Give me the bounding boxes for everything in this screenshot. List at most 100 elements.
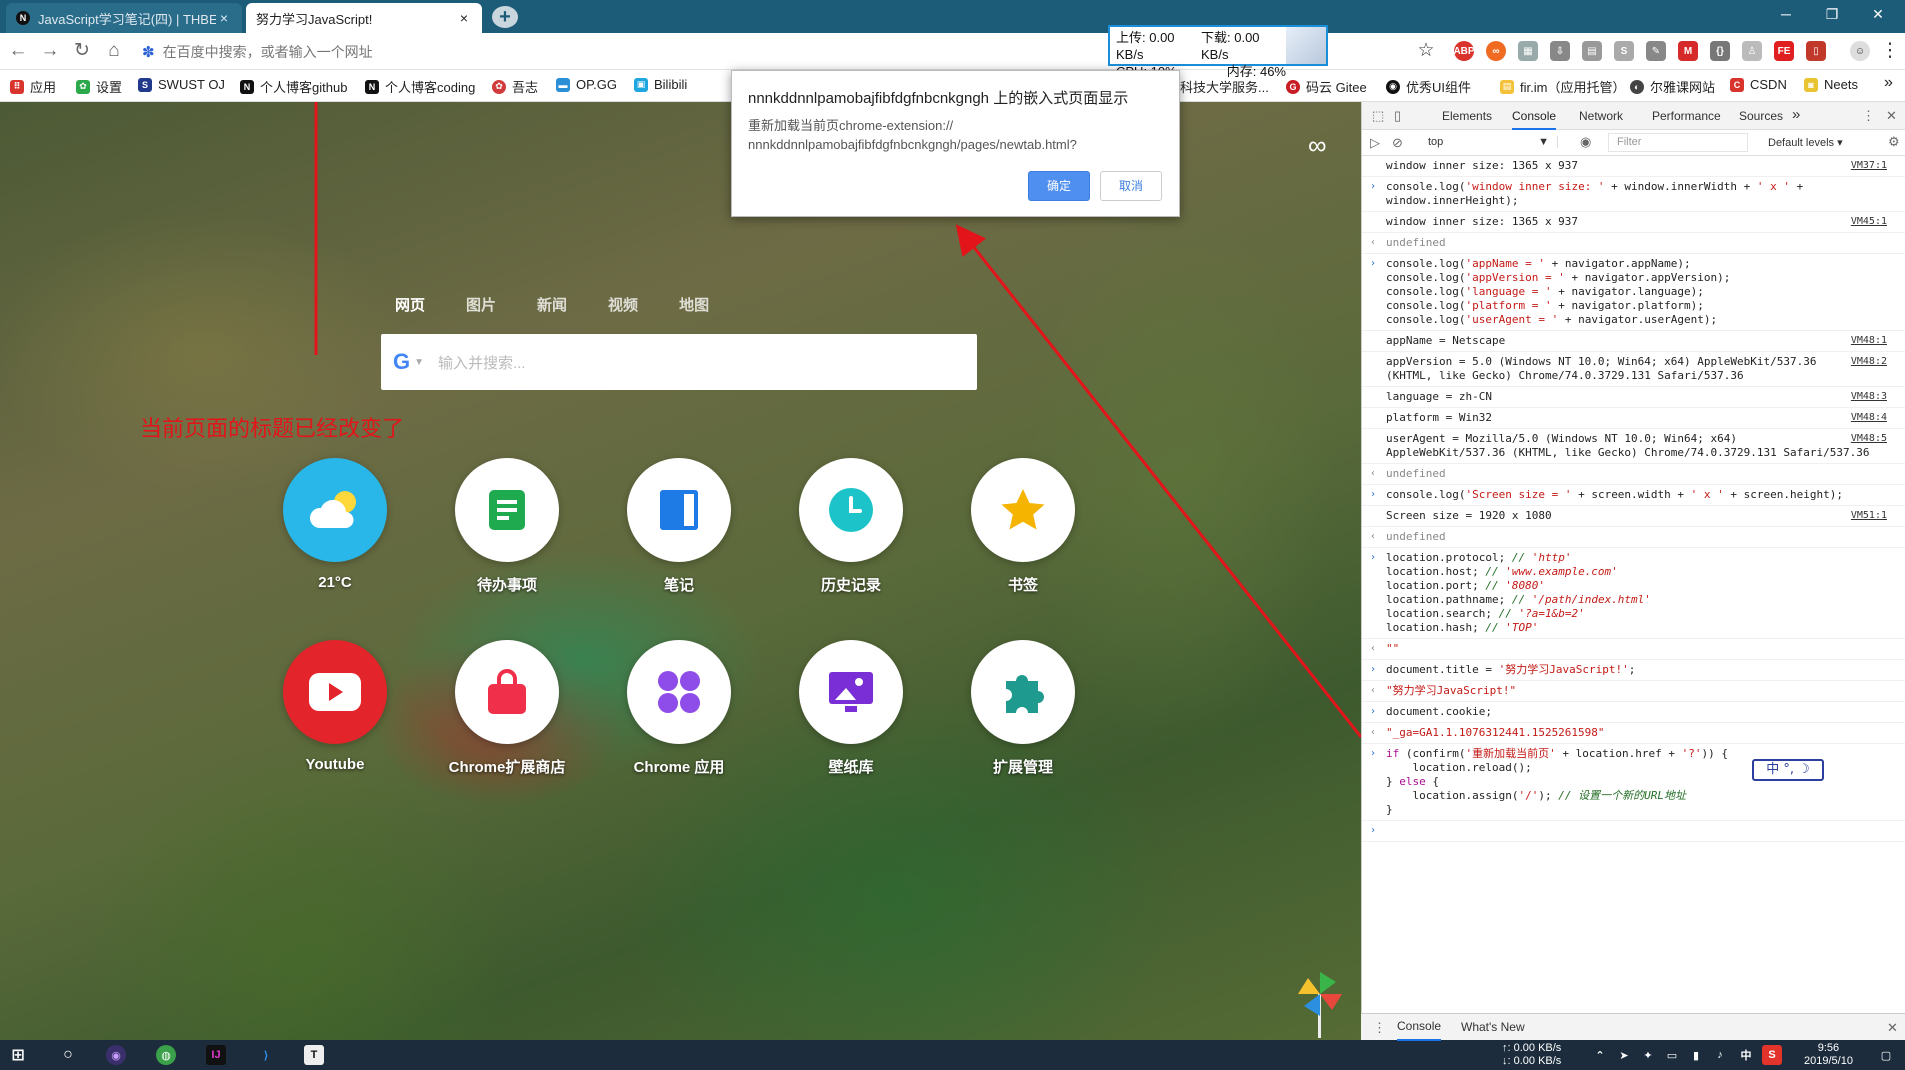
download-icon[interactable]: ⇩ (1550, 41, 1570, 61)
inspect-element-icon[interactable]: ⬚ (1372, 108, 1384, 124)
extension-icon[interactable]: ∞ (1486, 41, 1506, 61)
pen-icon[interactable]: ✎ (1646, 41, 1666, 61)
tab-close-icon[interactable]: × (216, 10, 232, 26)
bookmark-ui-components[interactable]: ◉ 优秀UI组件 (1386, 77, 1471, 96)
battery-icon[interactable]: ▮ (1686, 1045, 1706, 1065)
bookmark-gitee[interactable]: G 码云 Gitee (1286, 77, 1367, 96)
source-link[interactable]: VM45:1 (1851, 215, 1887, 229)
restore-button[interactable]: ❐ (1809, 0, 1855, 30)
source-link[interactable]: VM37:1 (1851, 159, 1887, 173)
console-filter-input[interactable]: Filter (1608, 133, 1748, 152)
extension-icon[interactable]: S (1614, 41, 1634, 61)
dialog-ok-button[interactable]: 确定 (1028, 171, 1090, 201)
network-icon[interactable]: ▭ (1662, 1045, 1682, 1065)
address-bar[interactable]: ✽ 在百度中搜索，或者输入一个网址 (142, 37, 1102, 66)
typora-icon[interactable]: T (304, 1045, 324, 1065)
chevron-down-icon: ▼ (1538, 136, 1549, 148)
send-icon[interactable]: ➤ (1614, 1045, 1634, 1065)
pdf-icon[interactable]: ▯ (1806, 41, 1826, 61)
bookmark-wuzhi[interactable]: ✿ 吾志 (492, 77, 538, 96)
context-selector[interactable]: top ▼ (1428, 136, 1558, 148)
reload-icon[interactable]: ↻ (70, 40, 94, 64)
notifications-icon[interactable]: ▢ (1876, 1045, 1896, 1065)
bookmark-csdn[interactable]: C CSDN (1730, 77, 1787, 92)
taskbar-clock[interactable]: 9:56 2019/5/10 (1804, 1042, 1853, 1068)
tab-close-icon[interactable]: × (456, 10, 472, 26)
menu-icon[interactable]: ⋮ (1878, 40, 1902, 64)
bookmark-star-icon[interactable]: ☆ (1414, 40, 1438, 64)
window-close-button[interactable]: ✕ (1855, 0, 1901, 30)
home-icon[interactable]: ⌂ (102, 40, 126, 64)
tab-javascript-notes[interactable]: N JavaScript学习笔记(四) | THBEL × (6, 3, 242, 33)
clear-console-icon[interactable]: ⊘ (1392, 135, 1403, 151)
windows-start-icon[interactable]: ⊞ (8, 1045, 28, 1065)
bookmark-blog-github[interactable]: N 个人博客github (240, 77, 347, 96)
chrome-icon[interactable]: ◍ (156, 1045, 176, 1065)
back-icon[interactable]: ← (6, 40, 30, 64)
new-tab-button[interactable]: + (492, 6, 518, 28)
forward-icon[interactable]: → (38, 40, 62, 64)
devtools-more-tabs[interactable]: » (1792, 106, 1800, 123)
minimize-button[interactable]: ─ (1763, 0, 1809, 30)
source-link[interactable]: VM48:4 (1851, 411, 1887, 425)
extension-icon[interactable]: FE (1774, 41, 1794, 61)
vscode-icon[interactable]: ⟩ (256, 1045, 276, 1065)
extension-icon[interactable]: ▤ (1582, 41, 1602, 61)
source-link[interactable]: VM48:5 (1851, 432, 1887, 446)
log-levels-dropdown[interactable]: Default levels ▾ (1768, 136, 1843, 149)
extension-icon[interactable]: ▦ (1518, 41, 1538, 61)
devtools-tab-performance[interactable]: Performance (1652, 109, 1721, 123)
volume-icon[interactable]: ♪ (1710, 1045, 1730, 1065)
mail-icon[interactable]: M (1678, 41, 1698, 61)
gitee-icon: G (1286, 79, 1300, 94)
devtools-tab-sources[interactable]: Sources (1739, 109, 1783, 123)
drawer-tab-console[interactable]: Console (1397, 1014, 1442, 1041)
bookmark-neets[interactable]: ◙ Neets (1804, 77, 1858, 92)
ime-taskbar[interactable]: 中 (1736, 1045, 1756, 1065)
extension-icon[interactable]: {} (1710, 41, 1730, 61)
source-link[interactable]: VM48:3 (1851, 390, 1887, 404)
source-link[interactable]: VM51:1 (1851, 509, 1887, 523)
chevron-up-icon[interactable]: ⌃ (1590, 1045, 1610, 1065)
dialog-message-line1: 重新加载当前页chrome-extension:// (748, 118, 954, 133)
return-arrow-icon: ‹ (1370, 237, 1377, 248)
adblock-icon[interactable]: ABP (1453, 41, 1475, 61)
jetbrains-icon[interactable]: IJ (206, 1045, 226, 1065)
devtools-tab-elements[interactable]: Elements (1442, 109, 1492, 123)
console-log[interactable]: window inner size: 1365 x 937 VM37:1 › cons… (1362, 156, 1905, 976)
devtools-tab-console[interactable]: Console (1512, 102, 1557, 130)
bookmark-opgg[interactable]: ▬ OP.GG (556, 77, 617, 92)
tab-active[interactable]: 努力学习JavaScript! × (246, 3, 482, 33)
bookmark-apps[interactable]: ⠿ 应用 (10, 77, 56, 96)
profile-avatar[interactable]: ☺ (1850, 41, 1870, 61)
devtools-tab-network[interactable]: Network (1579, 109, 1623, 123)
drawer-menu-icon[interactable]: ⋮ (1373, 1020, 1386, 1036)
devtools-close-icon[interactable]: ✕ (1886, 108, 1897, 124)
console-text: userAgent = Mozilla/5.0 (Windows NT 10.0… (1386, 432, 1870, 459)
cortana-icon[interactable]: ◉ (106, 1045, 126, 1065)
eye-icon[interactable]: ◉ (1580, 134, 1591, 150)
source-link[interactable]: VM48:2 (1851, 355, 1887, 369)
dialog-cancel-button[interactable]: 取消 (1100, 171, 1162, 201)
devtools-menu-icon[interactable]: ⋮ (1862, 108, 1875, 124)
settings-gear-icon[interactable]: ⚙ (1888, 134, 1900, 150)
bookmark-settings[interactable]: ✿ 设置 (76, 77, 122, 96)
drawer-close-icon[interactable]: ✕ (1887, 1020, 1898, 1036)
bookmarks-overflow[interactable]: » (1884, 74, 1893, 92)
sogou-icon[interactable]: S (1762, 1045, 1782, 1065)
bookmark-blog-coding[interactable]: N 个人博客coding (365, 77, 475, 96)
bookmark-erya[interactable]: ◐ 尔雅课网站 (1630, 77, 1715, 96)
drawer-tab-whats-new[interactable]: What's New (1461, 1020, 1525, 1034)
device-toolbar-icon[interactable]: ▯ (1394, 108, 1401, 124)
search-circle-icon[interactable]: ○ (58, 1045, 78, 1065)
sidebar-toggle-icon[interactable]: ▷ (1370, 135, 1380, 151)
bookmark-firim[interactable]: ▤ fir.im（应用托管） (1500, 77, 1625, 96)
console-prompt[interactable]: › (1362, 821, 1905, 842)
bookmark-bilibili[interactable]: ▣ Bilibili (634, 77, 687, 92)
extension-icon[interactable]: ♙ (1742, 41, 1762, 61)
source-link[interactable]: VM48:1 (1851, 334, 1887, 348)
notion-favicon-icon: N (16, 11, 30, 25)
dropbox-icon[interactable]: ✦ (1638, 1045, 1658, 1065)
bookmark-swust-oj[interactable]: S SWUST OJ (138, 77, 225, 92)
taskbar-date: 2019/5/10 (1804, 1055, 1853, 1067)
